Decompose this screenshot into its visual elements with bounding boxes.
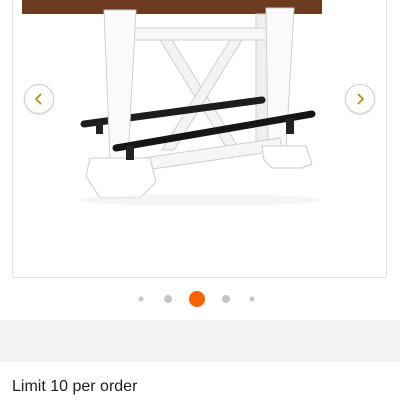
order-limit-text: Limit 10 per order — [12, 378, 138, 395]
product-image[interactable] — [0, 0, 400, 280]
section-divider — [0, 320, 400, 362]
carousel-dot[interactable] — [249, 296, 255, 302]
carousel-dot[interactable] — [164, 295, 172, 303]
previous-image-button[interactable] — [24, 84, 54, 114]
carousel-pagination — [0, 290, 400, 308]
next-image-button[interactable] — [345, 84, 375, 114]
chevron-left-icon — [34, 93, 42, 105]
chevron-right-icon — [357, 93, 365, 105]
carousel-dot[interactable] — [222, 295, 230, 303]
carousel-dot-active[interactable] — [189, 291, 205, 307]
carousel-dot[interactable] — [138, 296, 144, 302]
